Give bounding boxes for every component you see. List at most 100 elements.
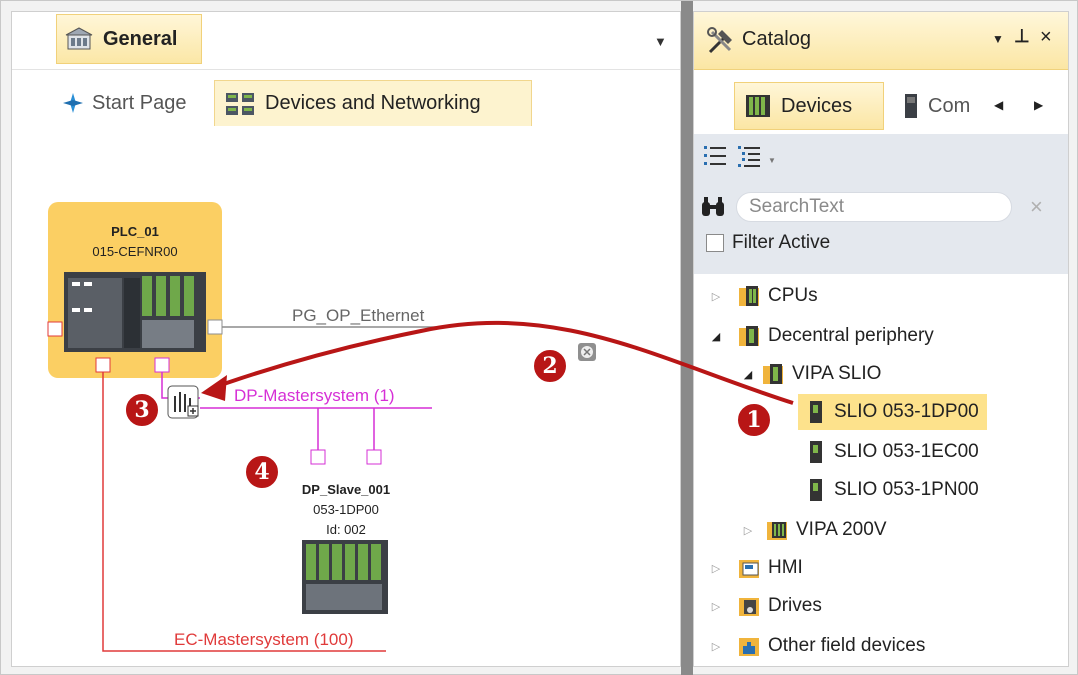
network-diagram: PLC_01 015-CEFNR00 PG_OP_Ethernet DP-Mas…	[47, 202, 596, 652]
slave-port-1[interactable]	[310, 449, 326, 465]
tree-item-label: Other field devices	[768, 635, 926, 656]
panel-splitter[interactable]	[681, 1, 693, 675]
expand-icon[interactable]: ▷	[708, 290, 724, 303]
tree-item-vipa-slio[interactable]: ◢ VIPA SLIO	[740, 356, 881, 392]
document-tab-label: General	[103, 27, 178, 50]
ec-label: EC-Mastersystem (100)	[174, 630, 353, 649]
step-badge-4: 4	[244, 454, 280, 490]
tree-item-label: VIPA 200V	[796, 519, 887, 540]
tree-view-icon[interactable]	[736, 142, 764, 170]
tree-item-label: SLIO 053-1PN00	[834, 479, 979, 500]
tree-item-label: Decentral periphery	[768, 325, 934, 346]
slio-module-icon	[810, 479, 822, 501]
tree-item-label: SLIO 053-1DP00	[834, 401, 979, 422]
plc-model: 015-CEFNR00	[92, 244, 177, 259]
search-placeholder: SearchText	[749, 196, 845, 217]
tab-start-page-label: Start Page	[92, 91, 187, 114]
tab-com-label: Com	[928, 94, 971, 117]
catalog-header: Catalog ▼ ⊥ ×	[694, 12, 1068, 70]
cpu-folder-icon	[739, 286, 759, 306]
step-badge-2: 2	[532, 348, 568, 384]
expand-icon[interactable]: ▷	[708, 562, 724, 575]
comm-module-icon	[905, 94, 917, 118]
tree-item-label: HMI	[768, 557, 803, 578]
document-tab-general[interactable]: General	[56, 14, 202, 64]
start-page-icon	[63, 93, 83, 113]
tree-item-hmi[interactable]: ▷ HMI	[708, 550, 803, 586]
collapse-icon[interactable]: ◢	[740, 368, 756, 381]
document-header: General ▼	[12, 12, 680, 70]
slio-module-icon	[810, 401, 822, 423]
expand-icon[interactable]: ▷	[708, 640, 724, 653]
plc-hardware-image	[64, 272, 206, 352]
document-dropdown-icon[interactable]: ▼	[654, 34, 667, 49]
hmi-folder-icon	[739, 560, 759, 578]
tree-item-label: VIPA SLIO	[792, 363, 882, 384]
plc-port-ec-left[interactable]	[47, 321, 63, 337]
drag-hand-icon	[167, 385, 199, 419]
plc-port-ec[interactable]	[95, 357, 111, 373]
slave-port-2[interactable]	[366, 449, 382, 465]
filter-active-label: Filter Active	[732, 232, 831, 253]
tab-start-page[interactable]: Start Page	[54, 80, 195, 126]
catalog-dropdown-icon[interactable]: ▼	[992, 32, 1004, 46]
editor-tabs: Start Page Devices and Networking	[12, 72, 680, 130]
catalog-title: Catalog	[742, 28, 811, 50]
plc-name: PLC_01	[111, 224, 159, 239]
tree-item-slio-053-1ec00[interactable]: SLIO 053-1EC00	[804, 434, 979, 470]
expand-icon[interactable]: ▷	[708, 600, 724, 613]
tab-devices-networking-label: Devices and Networking	[265, 92, 481, 114]
tab-com[interactable]: Com	[894, 82, 980, 130]
view-dropdown-icon[interactable]: ▼	[768, 156, 776, 165]
filter-active[interactable]: Filter Active	[706, 232, 830, 254]
step-badge-1: 1	[736, 402, 772, 438]
devices-icon	[746, 95, 770, 117]
tree-item-label: Drives	[768, 595, 822, 616]
tab-scroll-right-icon[interactable]: ▶	[1034, 98, 1043, 112]
list-view-icon[interactable]	[702, 142, 730, 170]
catalog-panel: Catalog ▼ ⊥ × Devices Com ◀ ▶ ▼ SearchTe…	[693, 11, 1069, 667]
no-drop-icon	[578, 343, 596, 361]
app-window: General ▼ Start Page Devices and Network…	[0, 0, 1078, 675]
tree-item-drives[interactable]: ▷ Drives	[708, 588, 822, 624]
tree-item-label: SLIO 053-1EC00	[834, 441, 979, 462]
tree-item-slio-053-1dp00[interactable]: SLIO 053-1DP00	[798, 394, 987, 430]
plc-port-ethernet[interactable]	[207, 319, 223, 335]
editor-panel: General ▼ Start Page Devices and Network…	[11, 11, 681, 667]
close-icon[interactable]: ×	[1040, 26, 1052, 49]
tree-item-vipa-200v[interactable]: ▷ VIPA 200V	[740, 512, 887, 548]
network-canvas[interactable]: PLC_01 015-CEFNR00 PG_OP_Ethernet DP-Mas…	[12, 132, 680, 668]
expand-icon[interactable]: ▷	[740, 524, 756, 537]
clear-search-icon[interactable]: ×	[1030, 194, 1043, 220]
slave-model: 053-1DP00	[313, 502, 379, 517]
slio-module-icon	[810, 441, 822, 463]
step-badge-3: 3	[124, 392, 160, 428]
collapse-icon[interactable]: ◢	[708, 330, 724, 343]
slave-id: Id: 002	[326, 522, 366, 537]
building-icon	[65, 27, 93, 50]
plc-port-dp[interactable]	[154, 357, 170, 373]
catalog-toolbar: ▼ SearchText × Filter Active	[694, 134, 1068, 274]
tree-item-label: CPUs	[768, 285, 818, 306]
filter-active-checkbox[interactable]	[706, 234, 724, 252]
tools-icon	[707, 27, 732, 54]
ethernet-label: PG_OP_Ethernet	[292, 306, 425, 325]
slave-name: DP_Slave_001	[302, 482, 390, 497]
dp-label: DP-Mastersystem (1)	[234, 386, 395, 405]
slave-hardware-image[interactable]	[302, 540, 388, 614]
field-devices-folder-icon	[739, 638, 759, 656]
tab-devices-label: Devices	[781, 94, 853, 117]
tree-item-decentral-periphery[interactable]: ◢ Decentral periphery	[708, 318, 934, 354]
tree-item-other-field-devices[interactable]: ▷ Other field devices	[708, 628, 925, 664]
pin-icon[interactable]: ⊥	[1014, 26, 1030, 47]
binoculars-icon	[702, 197, 724, 216]
search-input[interactable]: SearchText	[736, 192, 1012, 222]
tab-devices[interactable]: Devices	[734, 82, 884, 130]
periphery-folder-icon	[739, 326, 759, 346]
tree-item-slio-053-1pn00[interactable]: SLIO 053-1PN00	[804, 472, 979, 508]
tree-item-cpus[interactable]: ▷ CPUs	[708, 278, 818, 314]
tab-scroll-left-icon[interactable]: ◀	[994, 98, 1003, 112]
tab-devices-networking[interactable]: Devices and Networking	[214, 80, 532, 126]
catalog-tabs: Devices Com ◀ ▶	[694, 72, 1068, 134]
slio-folder-icon	[763, 364, 783, 384]
